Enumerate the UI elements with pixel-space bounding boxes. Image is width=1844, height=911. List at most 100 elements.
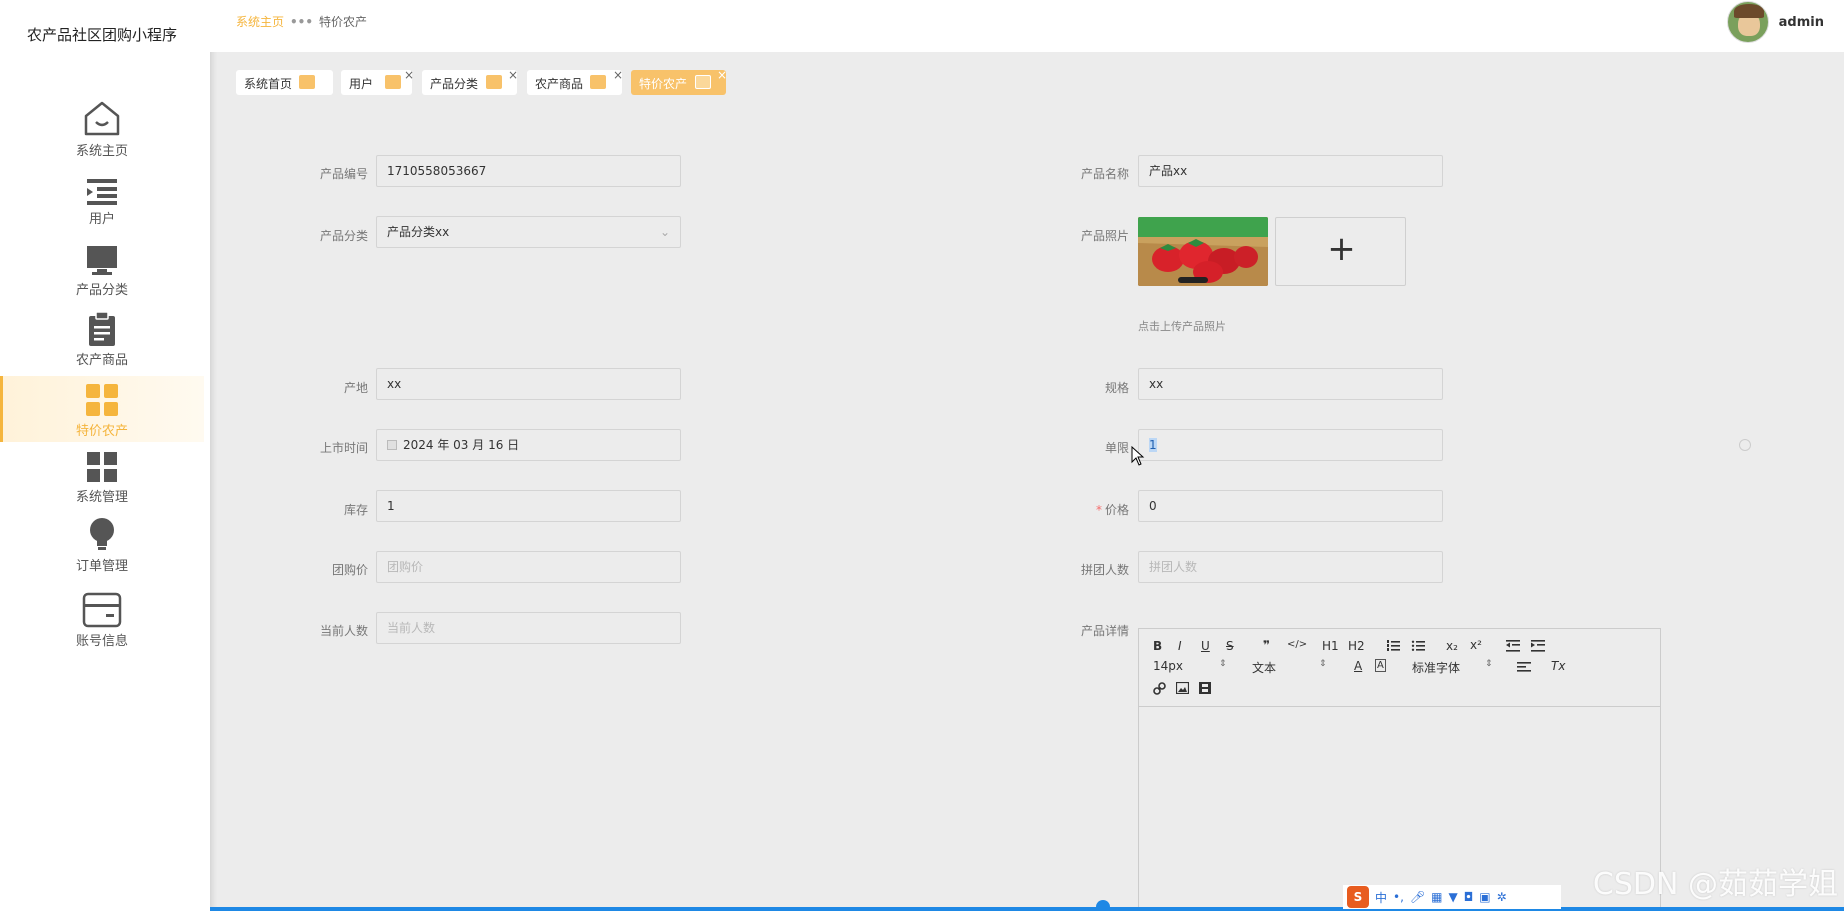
price-input[interactable]: 0 xyxy=(1138,490,1443,522)
breadcrumb-separator-icon: ••• xyxy=(290,15,314,29)
italic-button[interactable]: I xyxy=(1178,639,1182,653)
product-name-input[interactable]: 产品xx xyxy=(1138,155,1443,187)
clear-icon[interactable] xyxy=(1739,439,1751,451)
origin-label: 产地 xyxy=(343,381,368,395)
tab-badge-icon xyxy=(695,75,711,89)
tab-users[interactable]: 用户 × xyxy=(341,68,414,95)
header1-button[interactable]: H1 xyxy=(1322,639,1339,653)
chevron-updown-icon: ⇕ xyxy=(1319,659,1327,669)
limit-input[interactable]: 1 xyxy=(1138,429,1443,461)
product-no-input[interactable]: 1710558053667 xyxy=(376,155,681,187)
breadcrumb-home[interactable]: 系统主页 xyxy=(236,15,284,29)
sidebar-item-category[interactable]: 产品分类 xyxy=(0,243,204,309)
product-photo-thumbnail[interactable] xyxy=(1138,217,1268,286)
group-people-input[interactable]: 拼团人数 xyxy=(1138,551,1443,583)
font-family-select[interactable]: 标准字体 xyxy=(1412,659,1460,676)
sidebar-item-home[interactable]: 系统主页 xyxy=(0,98,204,164)
tab-label: 特价农产 xyxy=(639,77,688,91)
apps-icon[interactable]: ▣ xyxy=(1479,890,1490,904)
skin-icon[interactable]: ▼ xyxy=(1449,890,1458,904)
keyboard-icon[interactable]: ▦ xyxy=(1431,890,1442,904)
stock-input[interactable]: 1 xyxy=(376,490,681,522)
image-icon[interactable] xyxy=(1176,682,1189,694)
mouse-cursor-icon xyxy=(1131,446,1145,466)
link-icon[interactable] xyxy=(1153,682,1166,695)
sidebar-item-products[interactable]: 农产商品 xyxy=(0,311,204,377)
list-indent-icon xyxy=(87,179,117,205)
bold-button[interactable]: B xyxy=(1153,639,1162,653)
user-name[interactable]: admin xyxy=(1779,15,1824,30)
chevron-updown-icon: ⇕ xyxy=(1219,659,1227,669)
plus-icon: + xyxy=(1327,229,1356,269)
photo-upload-button[interactable]: + xyxy=(1275,217,1406,286)
close-icon[interactable]: × xyxy=(717,68,727,82)
sidebar-item-system[interactable]: 系统管理 xyxy=(0,450,204,516)
sidebar-item-account[interactable]: 账号信息 xyxy=(0,592,204,658)
code-block-button[interactable]: </> xyxy=(1287,639,1307,650)
align-left-icon[interactable] xyxy=(1517,662,1531,674)
ordered-list-icon[interactable] xyxy=(1386,640,1400,652)
bullet-list-icon[interactable] xyxy=(1411,640,1425,652)
superscript-button[interactable]: x² xyxy=(1470,638,1482,652)
home-icon xyxy=(84,101,120,136)
photo-upload-hint: 点击上传产品照片 xyxy=(1138,320,1226,333)
close-icon[interactable]: × xyxy=(404,68,414,82)
punctuation-icon[interactable]: •, xyxy=(1393,890,1404,904)
video-icon[interactable] xyxy=(1199,682,1211,694)
text-color-icon[interactable]: A xyxy=(1354,659,1362,673)
sidebar-item-special[interactable]: 特价农产 xyxy=(0,376,204,442)
launch-date-picker[interactable]: 2024 年 03 月 16 日 xyxy=(376,429,681,461)
horizontal-scrollbar[interactable] xyxy=(210,907,1844,911)
ime-logo-icon[interactable]: S xyxy=(1347,886,1369,908)
underline-button[interactable]: U xyxy=(1201,639,1210,653)
sidebar-item-label: 农产商品 xyxy=(75,353,128,368)
calendar-icon xyxy=(387,440,397,450)
scroll-thumb[interactable] xyxy=(1096,900,1110,911)
blockquote-button[interactable]: ❞ xyxy=(1263,638,1270,652)
tab-home[interactable]: 系统首页 xyxy=(236,70,333,95)
sidebar-item-users[interactable]: 用户 xyxy=(0,176,204,242)
text-style-select[interactable]: 文本 xyxy=(1252,659,1276,676)
tab-badge-icon xyxy=(590,75,606,89)
origin-input[interactable]: xx xyxy=(376,368,681,400)
tab-badge-icon xyxy=(486,75,502,89)
font-size-select[interactable]: 14px xyxy=(1153,659,1183,673)
sidebar-item-label: 用户 xyxy=(88,212,115,227)
background-color-icon[interactable]: A xyxy=(1375,659,1386,672)
group-people-label: 拼团人数 xyxy=(1080,563,1129,577)
outdent-icon[interactable] xyxy=(1506,640,1520,652)
top-bar xyxy=(210,0,1844,52)
group-price-label: 团购价 xyxy=(331,563,368,577)
sidebar-item-label: 特价农产 xyxy=(75,424,128,439)
tab-products[interactable]: 农产商品 × xyxy=(527,68,623,95)
ime-language[interactable]: 中 xyxy=(1375,889,1387,906)
close-icon[interactable]: × xyxy=(508,68,518,82)
group-price-input[interactable]: 团购价 xyxy=(376,551,681,583)
limit-value: 1 xyxy=(1149,438,1157,452)
subscript-button[interactable]: x₂ xyxy=(1446,639,1458,653)
launch-date-label: 上市时间 xyxy=(319,441,368,455)
tab-category[interactable]: 产品分类 × xyxy=(422,68,518,95)
settings-icon[interactable]: ✲ xyxy=(1497,890,1507,904)
header2-button[interactable]: H2 xyxy=(1348,639,1365,653)
microphone-icon[interactable]: 🎤︎ xyxy=(1410,890,1425,904)
tab-label: 产品分类 xyxy=(430,77,479,91)
strike-button[interactable]: S xyxy=(1226,639,1234,653)
avatar[interactable] xyxy=(1726,1,1769,43)
clear-format-button[interactable]: Tx xyxy=(1551,659,1565,673)
sidebar-item-orders[interactable]: 订单管理 xyxy=(0,517,204,583)
user-menu[interactable]: admin xyxy=(1726,0,1824,44)
sidebar-item-label: 系统主页 xyxy=(75,144,128,159)
sidebar-item-label: 账号信息 xyxy=(75,634,128,649)
category-select[interactable]: 产品分类xx ⌄ xyxy=(376,216,681,248)
detail-label: 产品详情 xyxy=(1080,624,1129,638)
close-icon[interactable]: × xyxy=(613,68,623,82)
monitor-icon xyxy=(87,246,117,275)
tab-special[interactable]: 特价农产 × xyxy=(631,68,727,95)
robot-icon[interactable]: ◘ xyxy=(1464,890,1474,904)
current-people-input[interactable]: 当前人数 xyxy=(376,612,681,644)
indent-icon[interactable] xyxy=(1531,640,1545,652)
category-value: 产品分类xx xyxy=(387,225,450,239)
editor-content[interactable] xyxy=(1139,707,1660,911)
spec-input[interactable]: xx xyxy=(1138,368,1443,400)
